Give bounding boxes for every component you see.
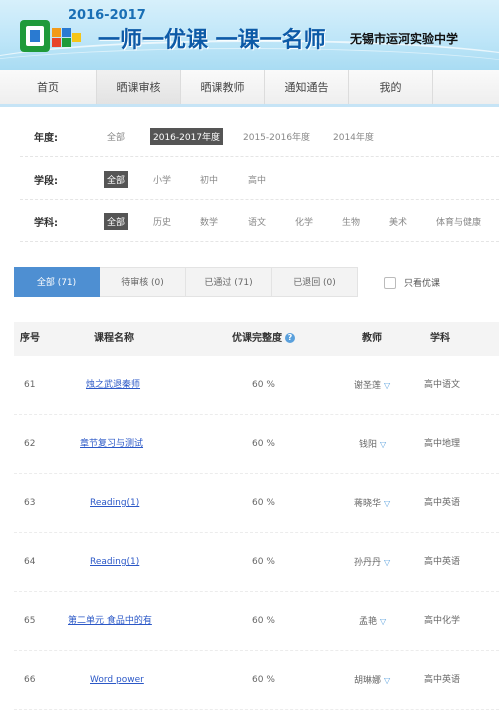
cell-subject: 高中化学 <box>424 616 461 626</box>
filter-subject-option[interactable]: 体育与健康 <box>433 213 484 230</box>
cell-teacher: 谢圣莲 ▽ <box>354 381 391 391</box>
nav-underline <box>0 104 499 107</box>
cell-completeness: 60 % <box>252 498 275 508</box>
cell-teacher: 钱阳 ▽ <box>359 440 387 450</box>
header-subject: 学科 <box>430 333 450 344</box>
filter-year-option[interactable]: 2015-2016年度 <box>240 128 313 145</box>
filter-icon[interactable]: ▽ <box>384 381 390 390</box>
filter-year-option[interactable]: 2014年度 <box>330 128 377 145</box>
course-link[interactable]: Reading(1) <box>90 474 139 533</box>
cell-completeness: 60 % <box>252 557 275 567</box>
cell-teacher: 胡琳娜 ▽ <box>354 676 391 686</box>
main-nav: 首页 晒课审核 晒课教师 通知通告 我的 <box>0 70 499 106</box>
filter-level-label: 学段: <box>34 175 58 187</box>
cell-subject: 高中英语 <box>424 557 461 567</box>
tab-all[interactable]: 全部 (71) <box>14 267 100 297</box>
filter-year-option[interactable]: 全部 <box>104 128 128 145</box>
filter-level-option[interactable]: 高中 <box>245 171 269 188</box>
help-icon[interactable]: ? <box>285 333 295 343</box>
course-link[interactable]: 第二单元 食品中的有 <box>68 592 152 651</box>
cell-teacher: 孟艳 ▽ <box>359 617 387 627</box>
filter-icon[interactable]: ▽ <box>380 440 386 449</box>
tab-pending[interactable]: 待审核 (0) <box>100 267 186 297</box>
cell-subject: 高中英语 <box>424 498 461 508</box>
nav-item-teachers[interactable]: 晒课教师 <box>181 70 265 106</box>
filter-subject-option[interactable]: 生物 <box>339 213 363 230</box>
cell-seq: 64 <box>24 557 36 567</box>
course-link[interactable]: 烛之武退秦师 <box>86 356 140 415</box>
filter-year: 年度: 全部 2016-2017年度 2015-2016年度 2014年度 <box>0 115 499 157</box>
filter-icon[interactable]: ▽ <box>384 558 390 567</box>
only-good-checkbox[interactable] <box>384 276 396 289</box>
header-course: 课程名称 <box>94 333 134 344</box>
cell-seq: 66 <box>24 675 36 685</box>
only-good-label: 只看优课 <box>404 279 441 289</box>
nav-item-home[interactable]: 首页 <box>0 70 97 106</box>
course-link[interactable]: 章节复习与测试 <box>80 415 143 474</box>
cell-subject: 高中语文 <box>424 380 461 390</box>
table-row: 64 Reading(1) 60 % 孙丹丹 ▽ 高中英语 <box>14 533 499 592</box>
nav-item-review[interactable]: 晒课审核 <box>97 70 181 106</box>
header-completeness: 优课完整度? <box>232 322 295 356</box>
cell-seq: 61 <box>24 380 36 390</box>
tab-returned[interactable]: 已退回 (0) <box>272 267 358 297</box>
cell-teacher: 蒋晓华 ▽ <box>354 499 391 509</box>
nav-item-mine[interactable]: 我的 <box>349 70 433 106</box>
filter-level-option[interactable]: 小学 <box>150 171 174 188</box>
cell-completeness: 60 % <box>252 439 275 449</box>
table-row: 62 章节复习与测试 60 % 钱阳 ▽ 高中地理 <box>14 415 499 474</box>
filter-icon[interactable]: ▽ <box>384 499 390 508</box>
filter-level-option-selected[interactable]: 全部 <box>104 170 129 188</box>
filter-level: 学段: 全部 小学 初中 高中 <box>0 158 499 200</box>
cell-completeness: 60 % <box>252 675 275 685</box>
table-header: 序号 课程名称 优课完整度? 教师 学科 <box>14 322 499 356</box>
table-row: 65 第二单元 食品中的有 60 % 孟艳 ▽ 高中化学 <box>14 592 499 651</box>
table-row: 66 Word power 60 % 胡琳娜 ▽ 高中英语 <box>14 651 499 710</box>
header-seq: 序号 <box>20 333 40 344</box>
filter-icon[interactable]: ▽ <box>380 617 386 626</box>
cell-seq: 62 <box>24 439 36 449</box>
year-label: 2016-2017 <box>68 8 146 23</box>
cell-completeness: 60 % <box>252 380 275 390</box>
filter-subject: 学科: 全部 历史 数学 语文 化学 生物 美术 体育与健康 <box>0 200 499 242</box>
header-teacher: 教师 <box>362 333 382 344</box>
filter-subject-option[interactable]: 数学 <box>197 213 221 230</box>
filter-subject-option[interactable]: 语文 <box>245 213 269 230</box>
slogan-title: 一师一优课 一课一名师 <box>98 28 326 53</box>
filter-subject-option[interactable]: 化学 <box>292 213 316 230</box>
course-link[interactable]: Word power <box>90 651 144 710</box>
filter-subject-label: 学科: <box>34 217 58 229</box>
tab-approved[interactable]: 已通过 (71) <box>186 267 272 297</box>
filter-year-option-selected[interactable]: 2016-2017年度 <box>150 127 224 145</box>
only-good-toggle[interactable]: 只看优课 <box>384 276 440 289</box>
cell-subject: 高中地理 <box>424 439 461 449</box>
filter-subject-option[interactable]: 历史 <box>150 213 174 230</box>
nav-item-notices[interactable]: 通知通告 <box>265 70 349 106</box>
filter-level-option[interactable]: 初中 <box>197 171 221 188</box>
cell-seq: 65 <box>24 616 36 626</box>
cell-teacher: 孙丹丹 ▽ <box>354 558 391 568</box>
filter-subject-option[interactable]: 美术 <box>386 213 410 230</box>
filter-year-label: 年度: <box>34 132 58 144</box>
cell-subject: 高中英语 <box>424 675 461 685</box>
filter-subject-option-selected[interactable]: 全部 <box>104 212 129 230</box>
table-row: 63 Reading(1) 60 % 蒋晓华 ▽ 高中英语 <box>14 474 499 533</box>
course-link[interactable]: Reading(1) <box>90 533 139 592</box>
cell-seq: 63 <box>24 498 36 508</box>
cell-completeness: 60 % <box>252 616 275 626</box>
table-row: 61 烛之武退秦师 60 % 谢圣莲 ▽ 高中语文 <box>14 356 499 415</box>
school-name: 无锡市运河实验中学 <box>350 32 459 46</box>
filter-icon[interactable]: ▽ <box>384 676 390 685</box>
header-banner: 2016-2017 一师一优课 一课一名师 无锡市运河实验中学 <box>0 0 499 70</box>
